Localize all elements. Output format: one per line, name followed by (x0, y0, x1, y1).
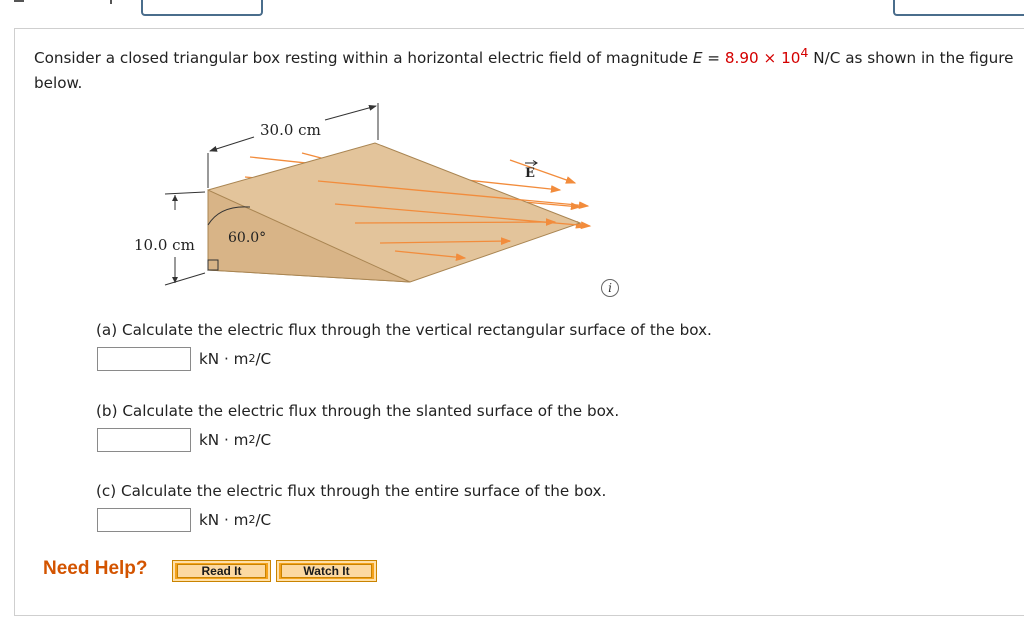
width-label: 30.0 cm (260, 121, 321, 139)
field-line-9 (509, 159, 577, 184)
angle-label: 60.0° (228, 230, 266, 246)
unit-c-exponent: 2 (248, 513, 256, 526)
top-tab-left[interactable] (141, 0, 263, 16)
equals-sign: = (702, 49, 725, 68)
top-divider-mid (110, 0, 112, 4)
read-it-button[interactable]: Read It (172, 560, 271, 582)
dim-arrow-right (324, 104, 377, 121)
unit-c: kN · m2/C (199, 511, 271, 529)
answer-c-input[interactable] (97, 508, 191, 532)
height-tick-top (164, 191, 206, 195)
info-icon[interactable]: i (601, 279, 619, 297)
unit-b-prefix: kN · m (199, 431, 249, 449)
top-tab-right[interactable] (893, 0, 1024, 16)
problem-statement: Consider a closed triangular box resting… (34, 40, 1024, 96)
unit-a-prefix: kN · m (199, 350, 249, 368)
question-a-text: (a) Calculate the electric flux through … (96, 321, 712, 339)
unit-a: kN · m2/C (199, 350, 271, 368)
watch-it-label: Watch It (303, 564, 350, 578)
triangular-box-figure: 30.0 cm 60.0° 10.0 cm E (134, 103, 592, 286)
question-c-text: (c) Calculate the electric flux through … (96, 482, 607, 500)
unit-c-suffix: /C (255, 511, 272, 529)
unit-a-suffix: /C (255, 350, 272, 368)
height-tick-bottom (164, 272, 206, 286)
top-divider-left (14, 0, 24, 2)
unit-c-prefix: kN · m (199, 511, 249, 529)
unit-b: kN · m2/C (199, 431, 271, 449)
unit-b-exponent: 2 (248, 433, 256, 446)
answer-b-input[interactable] (97, 428, 191, 452)
dim-arrow-left (209, 136, 255, 152)
field-label: E (525, 166, 535, 181)
question-b-text: (b) Calculate the electric flux through … (96, 402, 620, 420)
answer-a-input[interactable] (97, 347, 191, 371)
height-arrow-up (172, 195, 178, 201)
intro-text: Consider a closed triangular box resting… (34, 49, 693, 68)
unit-b-suffix: /C (255, 431, 272, 449)
read-it-label: Read It (201, 564, 242, 578)
watch-it-button[interactable]: Watch It (276, 560, 377, 582)
need-help-label: Need Help? (43, 558, 148, 579)
height-label: 10.0 cm (134, 236, 195, 254)
unit-a-exponent: 2 (248, 352, 256, 365)
field-magnitude: 8.90 × 104 (724, 45, 809, 68)
height-arrow-down (172, 277, 178, 283)
field-value: 8.90 × 10 (724, 49, 801, 68)
